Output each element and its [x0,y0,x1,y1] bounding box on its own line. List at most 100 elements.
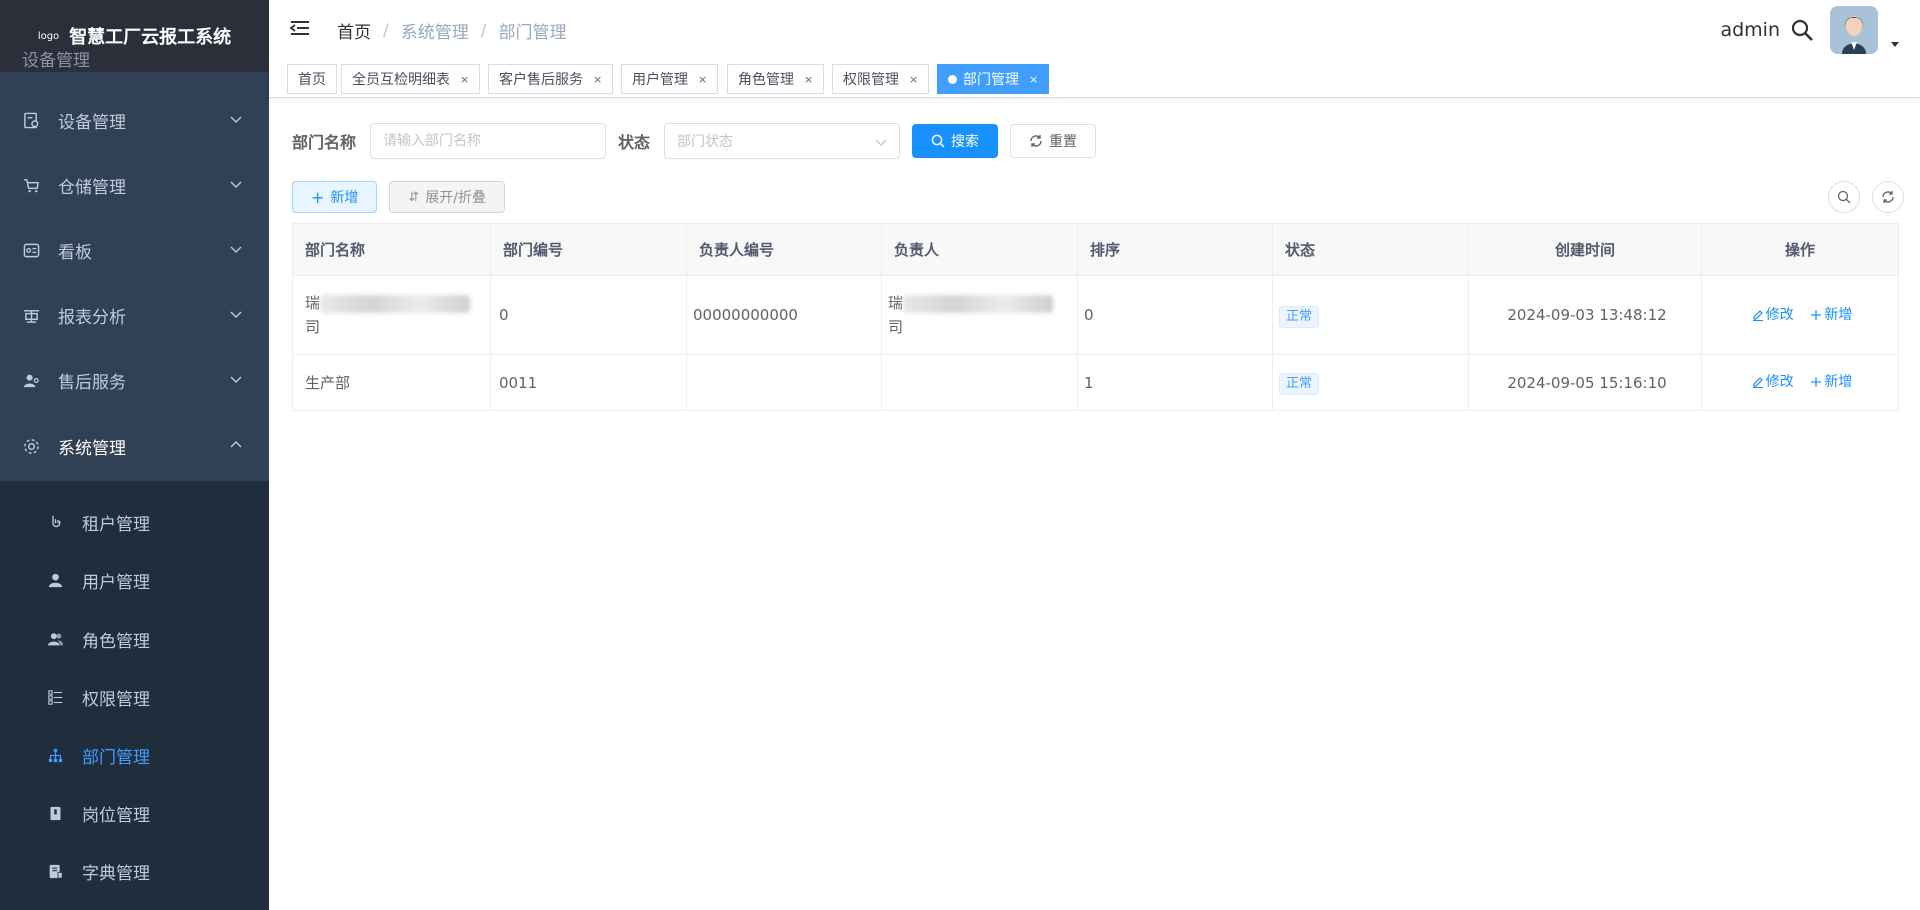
sidebar-item-system[interactable]: 系统管理 [0,414,269,479]
cell-sort: 1 [1077,354,1273,411]
sidebar-item-user[interactable]: 用户管理 [0,551,269,609]
sidebar: 设备管理 logo 智慧工厂云报工系统 设备管理 仓储管理 看板 报表分析 售后… [0,0,269,910]
add-button[interactable]: + 新增 [292,181,378,213]
sidebar-item-service[interactable]: 售后服务 [0,348,269,413]
close-icon[interactable]: × [1029,73,1038,86]
cell-text: 司 [305,318,321,336]
sidebar-item-label: 仓储管理 [58,178,126,198]
tag-label: 角色管理 [738,72,794,88]
close-icon[interactable]: × [804,73,813,86]
cell-leader [881,354,1078,411]
service-icon [22,372,40,390]
status-label: 状态 [618,133,651,152]
search-form: 部门名称 状态 部门状态 搜索 重置 [292,122,1097,160]
close-icon[interactable]: × [698,73,707,86]
chevron-down-icon [230,181,242,188]
caret-down-icon[interactable] [1890,39,1900,49]
cell-actions: 修改 新增 [1701,275,1899,355]
gear-icon [22,438,40,456]
breadcrumb-home[interactable]: 首页 [337,18,371,43]
hamburger-icon[interactable] [289,18,311,40]
tag-label: 首页 [298,72,326,88]
refresh-icon [1882,191,1894,203]
add-child-button[interactable]: 新增 [1810,303,1852,327]
edit-button[interactable]: 修改 [1752,303,1794,327]
sort-icon: ⇵ [408,189,420,205]
tag-dept[interactable]: 部门管理 × [937,64,1050,94]
sidebar-item-report[interactable]: 报表分析 [0,283,269,348]
tag-role[interactable]: 角色管理 × [727,64,825,94]
refresh-button[interactable] [1872,181,1904,213]
search-icon[interactable] [1790,18,1814,42]
sidebar-item-permission[interactable]: 权限管理 [0,668,269,726]
tag-inspection[interactable]: 全员互检明细表 × [341,64,481,94]
sidebar-item-label: 报表分析 [58,308,126,328]
breadcrumb: 首页 / 系统管理 / 部门管理 [337,18,567,44]
close-icon[interactable]: × [909,73,918,86]
chevron-down-icon [230,116,242,123]
reset-button-label: 重置 [1049,134,1078,150]
redacted-text [320,294,471,313]
tag-user[interactable]: 用户管理 × [621,64,719,94]
cell-actions: 修改 新增 [1701,354,1899,411]
chevron-down-icon [230,376,242,383]
dept-name-input[interactable] [370,123,607,159]
close-icon[interactable]: × [460,73,469,86]
reset-button[interactable]: 重置 [1010,124,1097,158]
brand[interactable]: 设备管理 logo 智慧工厂云报工系统 [0,0,269,72]
post-icon [46,804,64,822]
cell-text: 瑞 [305,294,321,312]
sidebar-item-label: 系统管理 [58,439,126,459]
sidebar-item-dashboard[interactable]: 看板 [0,218,269,283]
tag-after-sales[interactable]: 客户售后服务 × [488,64,614,94]
permission-icon [46,688,64,706]
cell-dept-name: 瑞司 [292,275,491,355]
edit-icon [1752,309,1763,321]
sidebar-item-warehouse[interactable]: 仓储管理 [0,153,269,218]
table-row[interactable]: 生产部 0011 1 正常 2024-09-05 15:16:10 修改 新增 [292,354,1899,411]
chevron-down-icon [875,139,887,146]
avatar[interactable] [1830,6,1878,54]
sidebar-item-label: 租户管理 [82,514,150,535]
tag-label: 用户管理 [632,72,688,88]
active-dot [948,74,957,84]
sidebar-item-dict[interactable]: 字典管理 [0,842,269,900]
tag-label: 权限管理 [843,72,899,88]
sidebar-item-role[interactable]: 角色管理 [0,610,269,668]
table-header-row: 部门名称 部门编号 负责人编号 负责人 排序 状态 创建时间 操作 [292,223,1899,276]
table-row[interactable]: 瑞司 0 00000000000 瑞司 0 正常 2024-09-03 13:4… [292,275,1899,355]
close-icon[interactable]: × [593,73,602,86]
report-icon [22,307,40,325]
expand-toggle-button[interactable]: ⇵ 展开/折叠 [389,181,506,213]
cell-created: 2024-09-05 15:16:10 [1468,354,1702,411]
plus-icon: + [311,187,325,207]
search-icon [931,134,945,148]
refresh-icon [1030,135,1042,147]
tag-label: 客户售后服务 [499,72,583,88]
cell-leader-code [686,354,882,411]
sidebar-item-device[interactable]: 设备管理 [0,88,269,153]
add-child-button[interactable]: 新增 [1810,370,1852,394]
edit-button[interactable]: 修改 [1752,370,1794,394]
search-icon [1837,190,1851,204]
sidebar-item-tenant[interactable]: 租户管理 [0,493,269,551]
tag-home[interactable]: 首页 [287,64,337,94]
status-badge: 正常 [1279,305,1320,328]
breadcrumb-current: 部门管理 [498,23,567,43]
sidebar-item-post[interactable]: 岗位管理 [0,784,269,842]
search-toggle-button[interactable] [1828,181,1860,213]
tag-permission[interactable]: 权限管理 × [832,64,930,94]
sidebar-item-dept[interactable]: 部门管理 [0,726,269,784]
app-title: 智慧工厂云报工系统 [69,27,232,48]
cell-leader-code: 00000000000 [686,275,882,355]
column-header: 负责人编号 [686,223,882,276]
plus-icon [1811,309,1822,320]
tenant-icon [46,513,64,531]
status-select[interactable]: 部门状态 [664,123,901,159]
chevron-down-icon [230,246,242,253]
cell-text: 司 [888,318,904,336]
sidebar-item-label: 售后服务 [58,373,126,393]
sidebar-item-label: 角色管理 [82,631,150,652]
search-button[interactable]: 搜索 [912,124,999,158]
add-button-label: 新增 [330,190,359,206]
